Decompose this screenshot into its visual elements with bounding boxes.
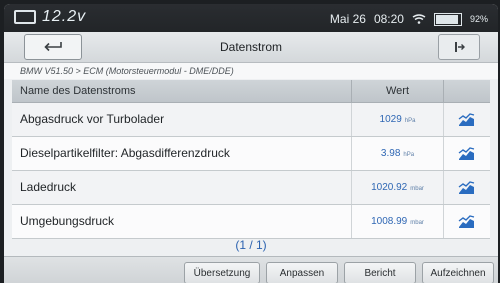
graph-icon — [458, 112, 475, 126]
graph-button[interactable] — [444, 171, 490, 204]
table-body: Abgasdruck vor Turbolader 1029 hPa Diesel… — [12, 103, 490, 239]
battery-percent: 92% — [469, 14, 488, 24]
status-date: Mai 26 — [329, 12, 366, 26]
car-battery-icon — [14, 9, 36, 24]
voltage-value: 12.2v — [42, 8, 87, 25]
row-value: 1029 hPa — [352, 103, 444, 136]
adjust-button[interactable]: Anpassen — [266, 262, 338, 283]
row-value: 1020.92 mbar — [352, 171, 444, 204]
row-value-number: 1029 — [379, 114, 402, 125]
status-bar: 12.2v Mai 26 08:20 92% — [4, 4, 498, 32]
row-value: 1008.99 mbar — [352, 205, 444, 238]
row-value-unit: mbar — [410, 186, 424, 192]
exit-button[interactable] — [438, 34, 480, 60]
column-header-value: Wert — [352, 80, 444, 102]
row-name: Dieselpartikelfilter: Abgasdifferenzdruc… — [12, 137, 352, 170]
graph-button[interactable] — [444, 103, 490, 136]
title-bar: Datenstrom — [4, 32, 498, 63]
row-value-number: 3.98 — [380, 148, 401, 159]
back-arrow-icon — [44, 42, 62, 52]
battery-fill — [435, 14, 459, 24]
graph-icon — [458, 214, 475, 228]
translate-button[interactable]: Übersetzung — [184, 262, 260, 283]
record-button[interactable]: Aufzeichnen — [422, 262, 494, 283]
back-button[interactable] — [24, 34, 82, 60]
row-value-unit: hPa — [403, 152, 415, 158]
table-row[interactable]: Umgebungsdruck 1008.99 mbar — [12, 205, 490, 239]
row-value-unit: hPa — [404, 118, 416, 124]
status-right: Mai 26 08:20 92% — [330, 12, 488, 26]
row-name: Ladedruck — [12, 171, 352, 204]
graph-button[interactable] — [444, 137, 490, 170]
row-value-number: 1008.99 — [371, 216, 408, 227]
exit-icon — [455, 42, 465, 52]
battery-icon — [433, 12, 462, 26]
table-row[interactable]: Abgasdruck vor Turbolader 1029 hPa — [12, 103, 490, 137]
column-header-graph — [444, 80, 490, 102]
graph-button[interactable] — [444, 205, 490, 238]
table-row[interactable]: Dieselpartikelfilter: Abgasdifferenzdruc… — [12, 137, 490, 171]
data-stream-table: Name des Datenstroms Wert Abgasdruck vor… — [12, 80, 490, 239]
table-header: Name des Datenstroms Wert — [12, 80, 490, 103]
wifi-icon — [412, 14, 426, 24]
row-value: 3.98 hPa — [352, 137, 444, 170]
status-time: 08:20 — [373, 12, 404, 26]
page-indicator: (1 / 1) — [235, 238, 267, 252]
row-name: Umgebungsdruck — [12, 205, 352, 238]
column-header-name: Name des Datenstroms — [12, 80, 352, 102]
row-name: Abgasdruck vor Turbolader — [12, 103, 352, 136]
row-value-number: 1020.92 — [371, 182, 408, 193]
report-button[interactable]: Bericht — [344, 262, 416, 283]
device-screen: 12.2v Mai 26 08:20 92% Datenstrom BMW V5… — [4, 4, 498, 283]
voltage-indicator: 12.2v — [14, 8, 86, 26]
row-value-unit: mbar — [410, 220, 424, 226]
graph-icon — [458, 180, 475, 194]
table-row[interactable]: Ladedruck 1020.92 mbar — [12, 171, 490, 205]
bottom-toolbar: Übersetzung Anpassen Bericht Aufzeichnen — [4, 256, 498, 283]
graph-icon — [458, 146, 475, 160]
breadcrumb: BMW V51.50 > ECM (Motorsteuermodul - DME… — [4, 63, 498, 79]
